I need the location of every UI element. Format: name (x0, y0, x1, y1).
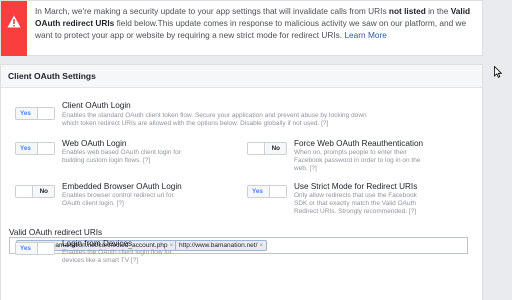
token-text: http://www.bamanation.net/ (179, 242, 258, 249)
learn-more-link[interactable]: Learn More (344, 30, 386, 40)
desc-text: which token redirect URIs are allowed wi… (62, 120, 320, 127)
embedded-browser-oauth-login-desc: OAuth client login. [?] (62, 200, 124, 208)
strict-mode-redirect-uris-toggle[interactable]: Yes (247, 185, 287, 198)
embedded-browser-oauth-login-title: Embedded Browser OAuth Login (62, 182, 182, 191)
panel-title: Client OAuth Settings (8, 71, 96, 81)
force-web-oauth-reauth-desc-1: When on, prompts people to enter their (294, 149, 407, 156)
panel-header: Client OAuth Settings (1, 65, 482, 88)
help-link[interactable]: [?] (117, 200, 124, 207)
toggle-knob (37, 108, 54, 119)
help-link[interactable]: [?] (321, 120, 328, 127)
remove-token-icon[interactable]: × (259, 242, 263, 249)
alert-text-2: in the (425, 6, 451, 16)
toggle-state: Yes (20, 245, 31, 252)
strict-mode-redirect-uris-desc: Redirect URIs. Strongly recommended. [?] (294, 208, 416, 216)
toggle-knob (37, 243, 54, 254)
web-oauth-login-toggle[interactable]: Yes (15, 142, 55, 155)
toggle-state: Yes (252, 188, 263, 195)
login-from-devices-toggle[interactable]: Yes (15, 242, 55, 255)
client-oauth-login-toggle[interactable]: Yes (15, 107, 55, 120)
force-web-oauth-reauth-desc-2: Facebook password in order to log in on … (294, 157, 421, 164)
remove-token-icon[interactable]: × (169, 242, 173, 249)
client-oauth-login-desc-1: Enables the standard OAuth client token … (62, 112, 367, 119)
web-oauth-login-desc: building custom login flows. [?] (62, 157, 150, 165)
force-web-oauth-reauth-title: Force Web OAuth Reauthentication (294, 139, 424, 148)
desc-text: devices like a smart TV (62, 257, 130, 264)
client-oauth-login-desc: which token redirect URIs are allowed wi… (62, 120, 328, 128)
help-link[interactable]: [?] (310, 165, 317, 172)
client-oauth-login-title: Client OAuth Login (62, 101, 131, 110)
toggle-state: Yes (20, 145, 31, 152)
login-from-devices-desc-1: Enables the OAuth client login flow for (62, 249, 172, 256)
web-oauth-login-desc-1: Enables web based OAuth client login for (62, 149, 181, 156)
alert-bold-not-listed: not listed (388, 6, 426, 16)
login-from-devices-desc: devices like a smart TV [?] (62, 257, 138, 265)
toggle-state: No (39, 188, 48, 195)
embedded-browser-oauth-login-toggle[interactable]: No (15, 185, 55, 198)
redirect-uris-label: Valid OAuth redirect URIs (9, 228, 103, 237)
desc-text: web. (294, 165, 308, 172)
security-update-alert: In March, we're making a security update… (0, 0, 483, 56)
toggle-state: Yes (20, 110, 31, 117)
toggle-state: No (271, 145, 280, 152)
alert-message: In March, we're making a security update… (35, 5, 475, 42)
client-oauth-settings-panel: Client OAuth Settings Yes Client OAuth L… (0, 64, 483, 300)
toggle-knob (37, 143, 54, 154)
desc-text: OAuth client login. (62, 200, 115, 207)
web-oauth-login-title: Web OAuth Login (62, 139, 127, 148)
help-link[interactable]: [?] (409, 208, 416, 215)
strict-mode-redirect-uris-title: Use Strict Mode for Redirect URIs (294, 182, 418, 191)
toggle-knob (269, 186, 286, 197)
strict-mode-redirect-uris-desc-2: SDK or that exactly match the Valid OAut… (294, 200, 416, 207)
mouse-cursor-icon (494, 66, 502, 78)
toggle-knob (16, 186, 33, 197)
help-link[interactable]: [?] (143, 157, 150, 164)
force-web-oauth-reauth-toggle[interactable]: No (247, 142, 287, 155)
embedded-browser-oauth-login-desc-1: Enables browser control redirect uri for (62, 192, 174, 199)
help-link[interactable]: [?] (131, 257, 138, 264)
alert-text-1: In March, we're making a security update… (35, 6, 389, 16)
desc-text: building custom login flows. (62, 157, 142, 164)
strict-mode-redirect-uris-desc-1: Only allow redirects that use the Facebo… (294, 192, 417, 199)
alert-bar (1, 1, 27, 56)
redirect-uri-token[interactable]: http://www.bamanation.net/× (175, 240, 268, 251)
desc-text: Redirect URIs. Strongly recommended. (294, 208, 408, 215)
force-web-oauth-reauth-desc: web. [?] (294, 165, 317, 173)
toggle-knob (248, 143, 265, 154)
warning-triangle-icon (7, 15, 21, 28)
login-from-devices-title: Login from Devices (62, 239, 133, 248)
